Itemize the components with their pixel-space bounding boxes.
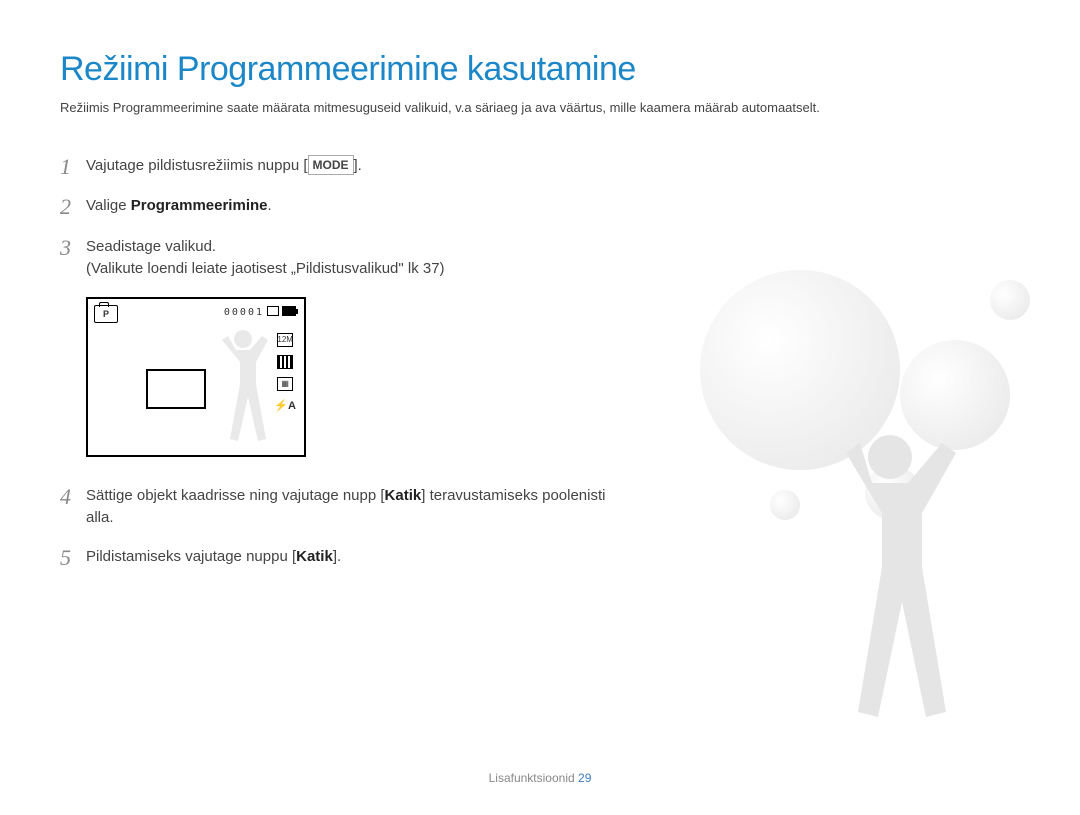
step-text: Vajutage pildistusrežiimis nuppu [ (86, 157, 308, 174)
step-text: . (268, 197, 272, 214)
step-text: Valige (86, 197, 131, 214)
shot-counter: 00001 (224, 307, 264, 318)
focus-frame (146, 369, 206, 409)
footer-section: Lisafunktsioonid (489, 771, 575, 785)
bubble-icon (990, 280, 1030, 320)
step-2: 2 Valige Programmeerimine. (60, 195, 620, 219)
child-silhouette-large (780, 425, 990, 755)
step-text: (Valikute loendi leiate jaotisest „Pildi… (86, 260, 445, 277)
step-text: Seadistage valikud. (86, 238, 216, 255)
page-footer: Lisafunktsioonid 29 (0, 771, 1080, 785)
intro-text: Režiimis Programmeerimine saate määrata … (60, 99, 1020, 117)
mode-button-label: MODE (308, 155, 354, 175)
step-bold: Katik (385, 487, 422, 504)
child-silhouette-small (198, 324, 288, 449)
step-4: 4 Sättige objekt kaadrisse ning vajutage… (60, 485, 620, 530)
step-number: 5 (60, 546, 86, 570)
steps-list: 1 Vajutage pildistusrežiimis nuppu [MODE… (60, 155, 620, 570)
page-title: Režiimi Programmeerimine kasutamine (60, 50, 1020, 89)
step-body: Valige Programmeerimine. (86, 195, 620, 218)
status-icons (267, 306, 296, 316)
step-body: Seadistage valikud. (Valikute loendi lei… (86, 236, 620, 281)
step-number: 2 (60, 195, 86, 219)
step-body: Sättige objekt kaadrisse ning vajutage n… (86, 485, 620, 530)
step-text: ]. (354, 157, 362, 174)
camera-mode-icon: P (94, 305, 118, 323)
step-text: ]. (333, 548, 341, 565)
step-body: Pildistamiseks vajutage nuppu [Katik]. (86, 546, 620, 569)
step-text: Pildistamiseks vajutage nuppu [ (86, 548, 296, 565)
step-bold: Programmeerimine (131, 197, 268, 214)
step-bold: Katik (296, 548, 333, 565)
step-5: 5 Pildistamiseks vajutage nuppu [Katik]. (60, 546, 620, 570)
camera-lcd-illustration: P 00001 12M ▦ ⚡A (86, 297, 306, 457)
step-3: 3 Seadistage valikud. (Valikute loendi l… (60, 236, 620, 281)
page-number: 29 (578, 771, 591, 785)
battery-icon (282, 306, 296, 316)
step-number: 1 (60, 155, 86, 179)
step-body: Vajutage pildistusrežiimis nuppu [MODE]. (86, 155, 620, 178)
sd-card-icon (267, 306, 279, 316)
step-number: 4 (60, 485, 86, 509)
step-number: 3 (60, 236, 86, 260)
step-1: 1 Vajutage pildistusrežiimis nuppu [MODE… (60, 155, 620, 179)
step-text: Sättige objekt kaadrisse ning vajutage n… (86, 487, 385, 504)
